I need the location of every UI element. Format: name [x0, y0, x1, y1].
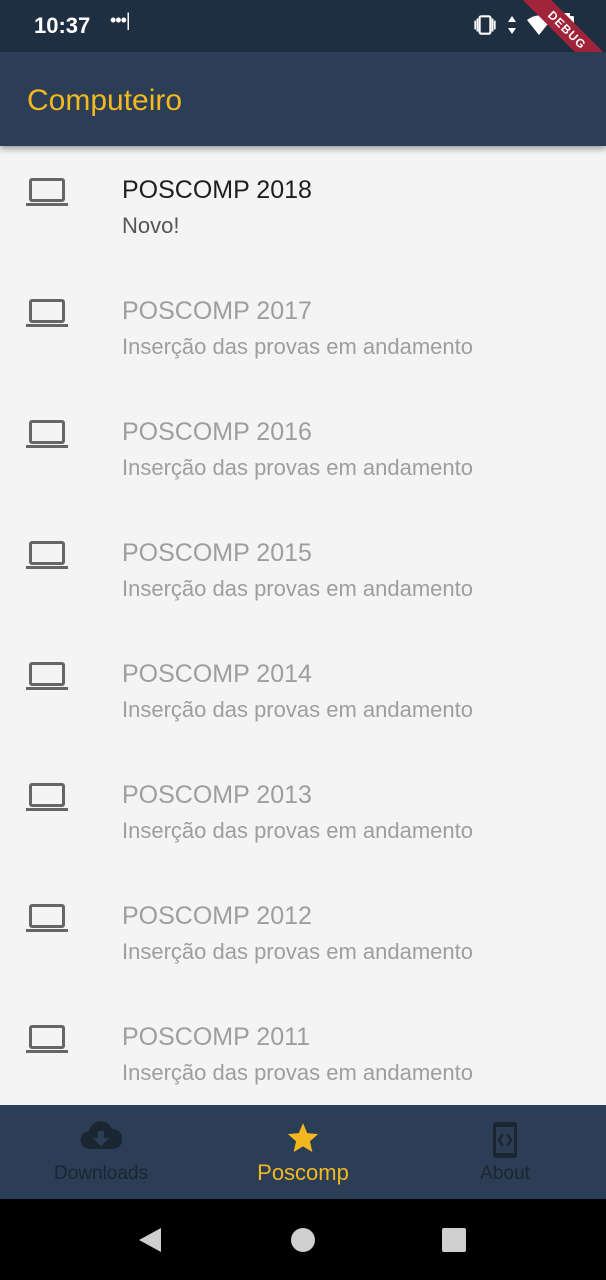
- item-title: POSCOMP 2011: [122, 1023, 311, 1051]
- laptop-icon: [26, 299, 68, 327]
- item-title: POSCOMP 2013: [122, 781, 312, 809]
- item-subtitle: Inserção das provas em andamento: [122, 939, 473, 964]
- laptop-icon: [26, 541, 68, 569]
- list-item-poscomp-2017[interactable]: POSCOMP 2017 Inserção das provas em anda…: [0, 267, 606, 388]
- bottom-nav: Downloads Poscomp About: [0, 1105, 606, 1199]
- nav-label: Poscomp: [257, 1160, 349, 1185]
- nav-downloads[interactable]: Downloads: [0, 1105, 202, 1199]
- laptop-icon: [26, 178, 68, 206]
- back-icon[interactable]: [137, 1227, 163, 1253]
- nav-label: Downloads: [54, 1163, 148, 1184]
- list-item-poscomp-2011[interactable]: POSCOMP 2011 Inserção das provas em anda…: [0, 993, 606, 1105]
- list-item-poscomp-2012[interactable]: POSCOMP 2012 Inserção das provas em anda…: [0, 872, 606, 993]
- laptop-icon: [26, 420, 68, 448]
- notification-dots: •••|: [110, 10, 131, 30]
- app-title: Computeiro: [27, 84, 183, 117]
- star-icon: [287, 1123, 319, 1153]
- poscomp-list: POSCOMP 2018 Novo! POSCOMP 2017 Inserção…: [0, 146, 606, 1105]
- item-title: POSCOMP 2015: [122, 539, 312, 567]
- laptop-icon: [26, 662, 68, 690]
- item-title: POSCOMP 2016: [122, 418, 312, 446]
- item-title: POSCOMP 2014: [122, 660, 312, 688]
- item-title: POSCOMP 2018: [122, 176, 312, 204]
- data-arrows-icon: [508, 16, 516, 34]
- laptop-icon: [26, 904, 68, 932]
- laptop-icon: [26, 783, 68, 811]
- status-bar: 10:37 •••| DEBUG: [0, 0, 606, 91]
- item-subtitle: Inserção das provas em andamento: [122, 576, 473, 601]
- item-title: POSCOMP 2012: [122, 902, 312, 930]
- developer-mode-icon: [493, 1122, 517, 1158]
- laptop-icon: [26, 1025, 68, 1053]
- list-item-poscomp-2015[interactable]: POSCOMP 2015 Inserção das provas em anda…: [0, 509, 606, 630]
- item-subtitle: Novo!: [122, 213, 180, 238]
- recents-icon[interactable]: [441, 1227, 467, 1253]
- status-time: 10:37: [34, 13, 91, 38]
- nav-label: About: [480, 1163, 530, 1184]
- item-subtitle: Inserção das provas em andamento: [122, 455, 473, 480]
- item-subtitle: Inserção das provas em andamento: [122, 1060, 473, 1085]
- list-item-poscomp-2014[interactable]: POSCOMP 2014 Inserção das provas em anda…: [0, 630, 606, 751]
- list-item-poscomp-2013[interactable]: POSCOMP 2013 Inserção das provas em anda…: [0, 751, 606, 872]
- item-title: POSCOMP 2017: [122, 297, 312, 325]
- cloud-download-icon: [80, 1121, 122, 1150]
- item-subtitle: Inserção das provas em andamento: [122, 697, 473, 722]
- app-bar: Computeiro: [0, 52, 606, 146]
- nav-about[interactable]: About: [404, 1105, 606, 1199]
- system-nav-bar: [0, 1199, 606, 1280]
- list-item-poscomp-2018[interactable]: POSCOMP 2018 Novo!: [0, 146, 606, 267]
- list-item-poscomp-2016[interactable]: POSCOMP 2016 Inserção das provas em anda…: [0, 388, 606, 509]
- item-subtitle: Inserção das provas em andamento: [122, 818, 473, 843]
- nav-poscomp[interactable]: Poscomp: [202, 1105, 404, 1199]
- item-subtitle: Inserção das provas em andamento: [122, 334, 473, 359]
- home-icon[interactable]: [290, 1227, 316, 1253]
- vibrate-icon: [474, 15, 496, 35]
